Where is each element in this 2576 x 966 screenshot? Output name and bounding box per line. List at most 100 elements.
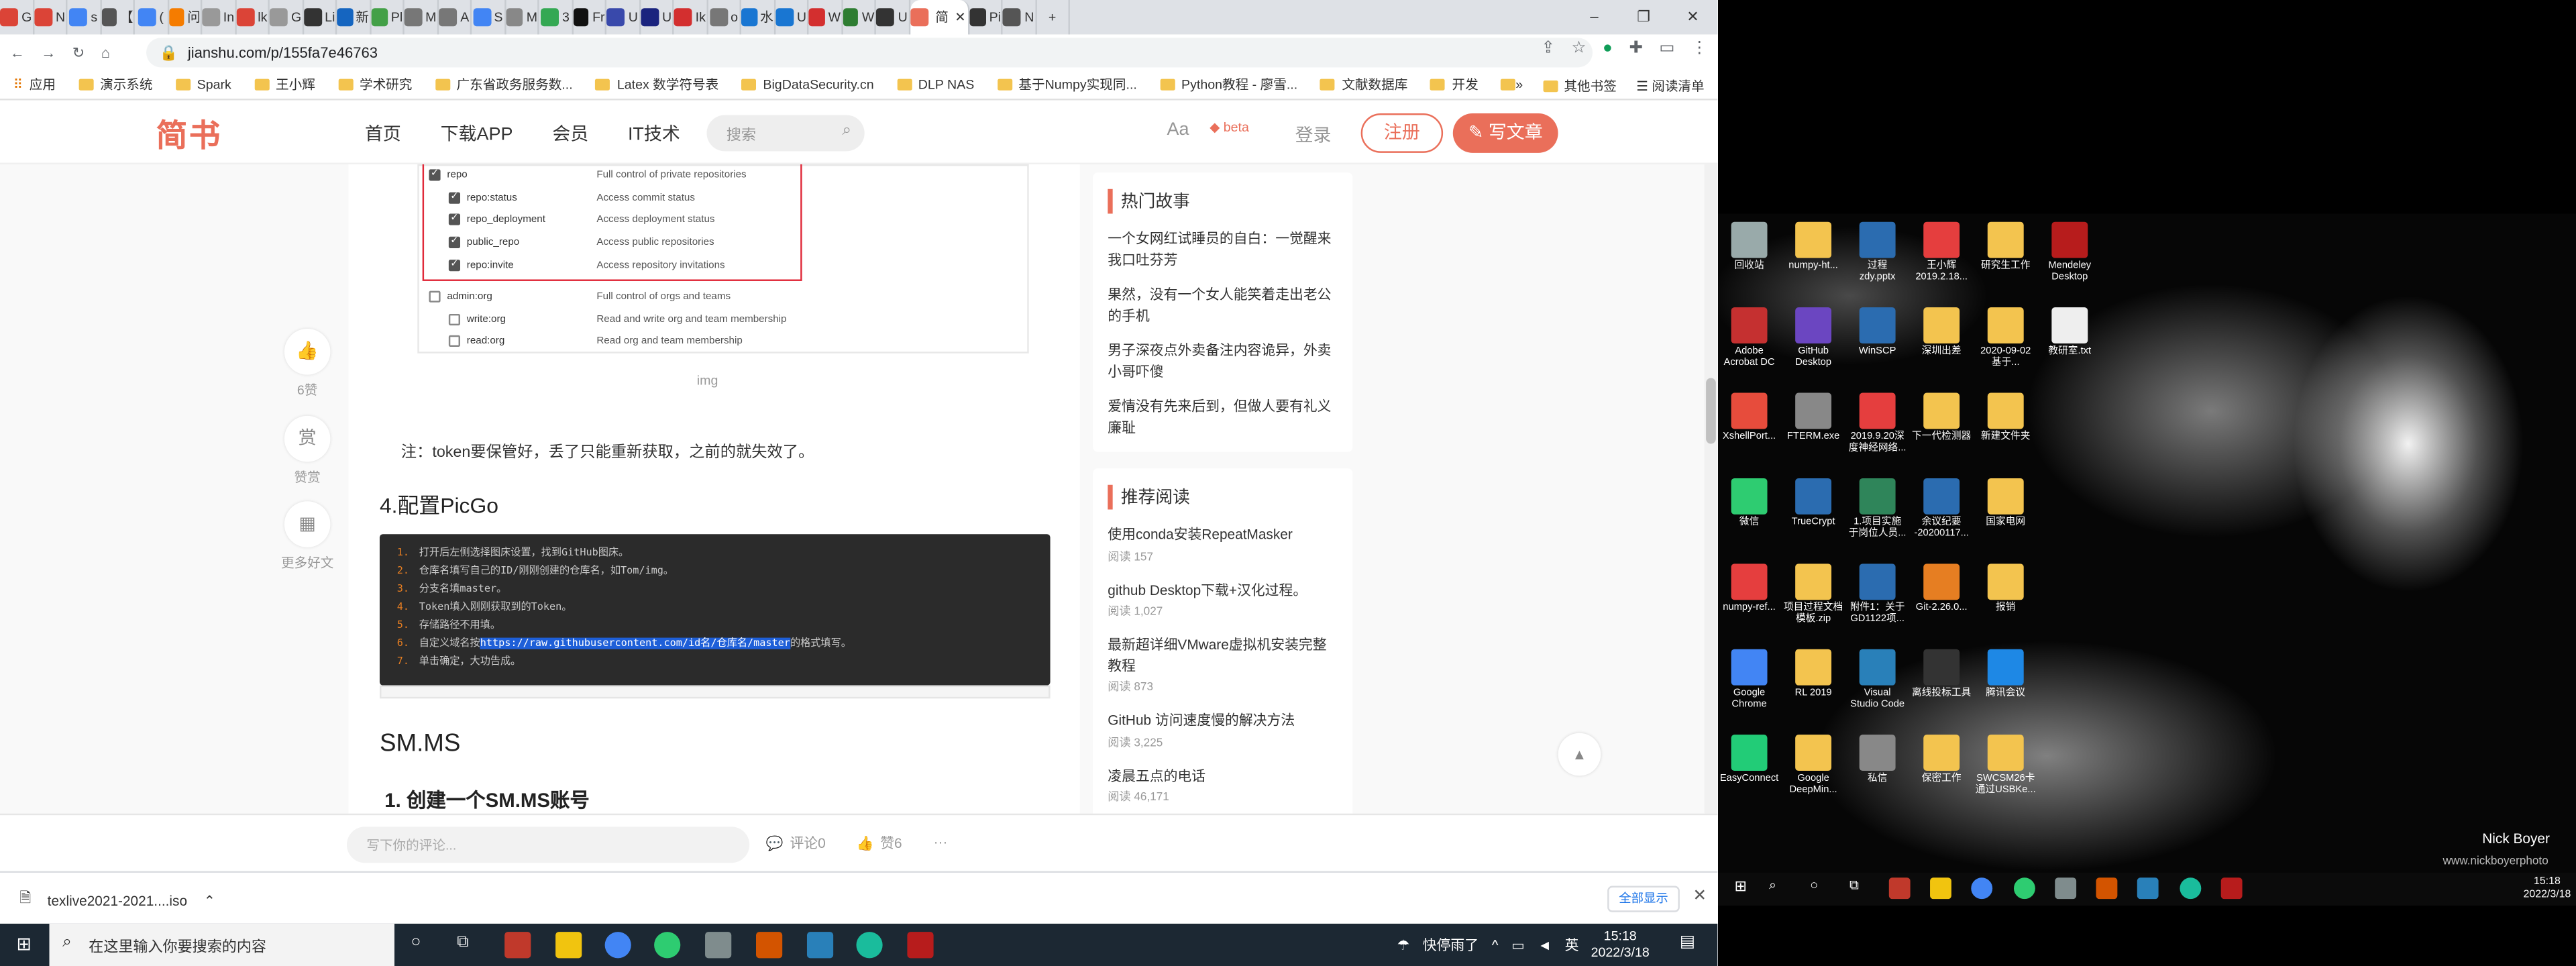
show-all-button[interactable]: 全部显示 [1607, 885, 1680, 912]
beta-badge[interactable]: ◆ beta [1210, 120, 1249, 135]
desktop-icon[interactable]: 余议纪要 -20200117... [1911, 478, 1973, 541]
checkbox[interactable]: ✓ [429, 169, 441, 181]
browser-tab[interactable]: G [0, 0, 34, 35]
site-logo[interactable]: 简书 [156, 112, 222, 156]
browser-tab[interactable]: ( [135, 0, 169, 35]
recommended-title-link[interactable]: 使用conda安装RepeatMasker [1108, 525, 1338, 545]
browser-tab[interactable]: W [808, 0, 843, 35]
bookmark-item[interactable]: 开发 [1430, 76, 1479, 94]
browser-tab[interactable]: 【 [101, 0, 135, 35]
hot-story-link[interactable]: 果然，没有一个女人能笑着走出老公的手机 [1108, 284, 1338, 325]
browser-tab[interactable]: 3 [539, 0, 573, 35]
chrome-icon[interactable] [1971, 877, 1993, 900]
mendeley-icon[interactable] [2220, 877, 2243, 900]
split-icon[interactable]: ▭ [1659, 40, 1674, 58]
checkbox[interactable] [448, 335, 460, 347]
comment-input[interactable]: 写下你的评论... [346, 826, 750, 863]
minimize-button[interactable]: – [1570, 0, 1619, 34]
start-icon[interactable]: ⊞ [1735, 877, 1747, 896]
hot-story-link[interactable]: 男子深夜点外卖备注内容诡异，外卖小哥吓傻 [1108, 340, 1338, 381]
close-downloads-icon[interactable]: ✕ [1693, 888, 1707, 906]
write-article-button[interactable]: ✎ 写文章 [1452, 113, 1558, 153]
like-button[interactable]: 👍 赞6 [856, 833, 902, 853]
desktop-icon[interactable]: Mendeley Desktop [2039, 221, 2101, 284]
desktop-icon[interactable]: Git-2.26.0... [1911, 564, 1973, 614]
close-window-button[interactable]: ✕ [1668, 0, 1718, 34]
browser-tab[interactable]: In [202, 0, 236, 35]
browser-tab[interactable]: U [640, 0, 674, 35]
browser-tab[interactable]: M [505, 0, 539, 35]
browser-tab[interactable]: U [606, 0, 641, 35]
desktop-icon[interactable]: 私信 [1846, 735, 1909, 786]
desktop-icon[interactable]: 新建文件夹 [1974, 392, 2037, 444]
page-scrollbar[interactable] [1704, 164, 1718, 814]
search-icon[interactable]: ⌕ [842, 121, 851, 140]
desktop-icon[interactable]: 研究生工作 [1974, 221, 2037, 273]
vscode-icon[interactable] [806, 932, 834, 959]
desktop-icon[interactable]: SWCSM26卡 通过USBKe... [1974, 735, 2037, 797]
desktop-icon[interactable]: EasyConnect [1718, 735, 1780, 786]
nav-item[interactable]: IT技术 [628, 120, 680, 146]
checkbox[interactable]: ✓ [448, 192, 460, 204]
task-view-icon[interactable]: ⧉ [457, 934, 468, 952]
desktop-icon[interactable]: 1.项目实施 于岗位人员... [1846, 478, 1909, 541]
puzzle-icon[interactable]: ✚ [1629, 40, 1643, 58]
reload-icon[interactable]: ↻ [72, 44, 85, 62]
bookmark-item[interactable]: 基于Numpy实现同... [997, 76, 1137, 94]
desktop-icon[interactable]: 下一代检测器 [1911, 392, 1973, 444]
desktop-icon[interactable]: 2019.9.20深 度神经网络... [1846, 392, 1909, 455]
volume-icon[interactable]: ◄ [1538, 937, 1552, 954]
tray-chevron-icon[interactable]: ^ [1492, 937, 1499, 954]
recommended-item[interactable]: 最新超详细VMware虚拟机安装完整教程 阅读 873 [1108, 635, 1338, 696]
weather-text[interactable]: 快停雨了 [1423, 935, 1479, 955]
desktop-icon[interactable]: RL 2019 [1782, 649, 1845, 700]
extension-icon[interactable]: ● [1603, 40, 1613, 58]
reward-float[interactable]: 赏 赞赏 [280, 415, 335, 486]
bookmark-item[interactable]: Spark [175, 77, 231, 92]
cortana-icon[interactable]: ○ [1810, 877, 1818, 892]
browser-tab[interactable]: Ik [674, 0, 708, 35]
secondary-clock[interactable]: 15:18 2022/3/18 [2524, 876, 2571, 902]
bookmark-item[interactable]: 演示系统 [78, 76, 153, 94]
cortana-icon[interactable]: ○ [411, 934, 421, 952]
url-field[interactable]: 🔒 jianshu.com/p/155fa7e46763 [146, 38, 1593, 68]
hot-story-link[interactable]: 爱情没有先来后到，但做人要有礼义廉耻 [1108, 396, 1338, 437]
app-icon-1[interactable] [1888, 877, 1911, 900]
checkbox[interactable] [429, 290, 441, 303]
reward-icon[interactable]: 赏 [284, 415, 331, 462]
desktop-icon[interactable]: 离线投标工具 [1911, 649, 1973, 700]
browser-tab[interactable]: 新 [337, 0, 371, 35]
nav-item[interactable]: 首页 [365, 120, 401, 146]
share-icon[interactable]: ⇪ [1541, 40, 1555, 58]
desktop-icon[interactable]: 2020-09-02 基于... [1974, 307, 2037, 370]
browser-tab[interactable]: G [270, 0, 304, 35]
desktop-icon[interactable]: Adobe Acrobat DC [1718, 307, 1780, 370]
browser-tab[interactable]: N [1003, 0, 1036, 35]
scroll-thumb[interactable] [1706, 378, 1716, 444]
nav-item[interactable]: 下载APP [441, 120, 513, 146]
desktop-icon[interactable]: 腾讯会议 [1974, 649, 2037, 700]
recommended-item[interactable]: GitHub 访问速度慢的解决方法 阅读 3,225 [1108, 710, 1338, 750]
desktop-icon[interactable]: 微信 [1718, 478, 1780, 529]
font-size-button[interactable]: Aa [1167, 120, 1189, 140]
forward-icon[interactable]: → [41, 44, 56, 61]
powerpoint-icon[interactable] [756, 932, 783, 959]
code-scrollbar[interactable] [379, 685, 1051, 699]
desktop-icon[interactable]: 项目过程文档 模板.zip [1782, 564, 1845, 626]
desktop-icon[interactable]: Google DeepMin... [1782, 735, 1845, 797]
back-to-top-button[interactable]: ▲ [1558, 733, 1601, 776]
bookmark-item[interactable]: 广东省政务服务数... [435, 76, 573, 94]
start-icon[interactable]: ⊞ [17, 934, 32, 955]
taskbar-clock[interactable]: 15:18 2022/3/18 [1591, 928, 1650, 961]
ime-indicator[interactable]: 英 [1565, 935, 1579, 955]
desktop-icon[interactable]: 附件1：关于 GD1122项... [1846, 564, 1909, 626]
notification-icon[interactable]: ▤ [1680, 934, 1695, 952]
menu-icon[interactable]: ⋮ [1691, 40, 1708, 58]
hot-story-link[interactable]: 一个女网红试睡员的自白：一觉醒来我口吐芬芳 [1108, 229, 1338, 270]
reading-list[interactable]: ☰ 阅读清单 [1636, 77, 1704, 95]
desktop-icon[interactable]: 报销 [1974, 564, 2037, 614]
app-icon-2[interactable] [705, 932, 732, 959]
browser-tab[interactable]: M [404, 0, 438, 35]
edge-icon[interactable] [856, 932, 883, 959]
desktop-icon[interactable]: numpy-ref... [1718, 564, 1780, 614]
